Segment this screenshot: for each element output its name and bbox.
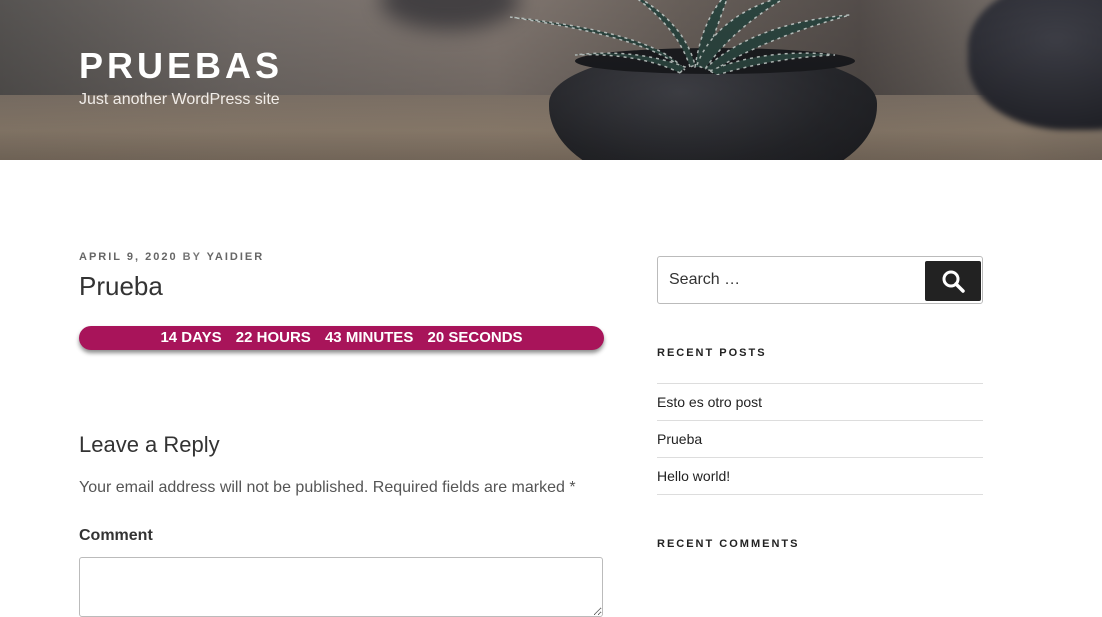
site-header: PRUEBAS Just another WordPress site <box>0 0 1102 160</box>
comment-label: Comment <box>79 527 153 544</box>
site-description: Just another WordPress site <box>79 91 280 108</box>
countdown-minutes: 43 MINUTES <box>324 329 414 346</box>
list-item: Hello world! <box>657 458 983 495</box>
recent-posts-list: Esto es otro post Prueba Hello world! <box>657 383 983 495</box>
countdown-hours: 22 HOURS <box>235 329 311 346</box>
countdown-seconds: 20 SECONDS <box>427 329 523 346</box>
search-button[interactable] <box>925 261 981 301</box>
comment-textarea[interactable] <box>79 557 603 617</box>
recent-posts-title: RECENT POSTS <box>657 347 767 359</box>
site-title[interactable]: PRUEBAS <box>79 44 283 88</box>
countdown-days: 14 DAYS <box>160 329 222 346</box>
list-item: Esto es otro post <box>657 384 983 421</box>
recent-post-link[interactable]: Hello world! <box>657 468 730 484</box>
search-input[interactable] <box>669 257 919 303</box>
post-title: Prueba <box>79 271 163 301</box>
required-mark: * <box>569 479 576 496</box>
post-meta: APRIL 9, 2020 BY YAIDIER <box>79 251 264 263</box>
recent-comments-title: RECENT COMMENTS <box>657 538 800 550</box>
recent-post-link[interactable]: Prueba <box>657 431 702 447</box>
list-item: Prueba <box>657 421 983 458</box>
reply-title: Leave a Reply <box>79 432 220 457</box>
countdown-timer: 14 DAYS 22 HOURS 43 MINUTES 20 SECONDS <box>79 326 604 350</box>
search-form <box>657 256 983 304</box>
post-by-label: BY <box>182 251 202 263</box>
recent-post-link[interactable]: Esto es otro post <box>657 394 762 410</box>
post-date-link[interactable]: APRIL 9, 2020 <box>79 251 178 263</box>
search-icon <box>942 270 965 293</box>
reply-note-text: Your email address will not be published… <box>79 479 565 496</box>
post-author-link[interactable]: YAIDIER <box>207 251 265 263</box>
reply-note: Your email address will not be published… <box>79 479 576 497</box>
